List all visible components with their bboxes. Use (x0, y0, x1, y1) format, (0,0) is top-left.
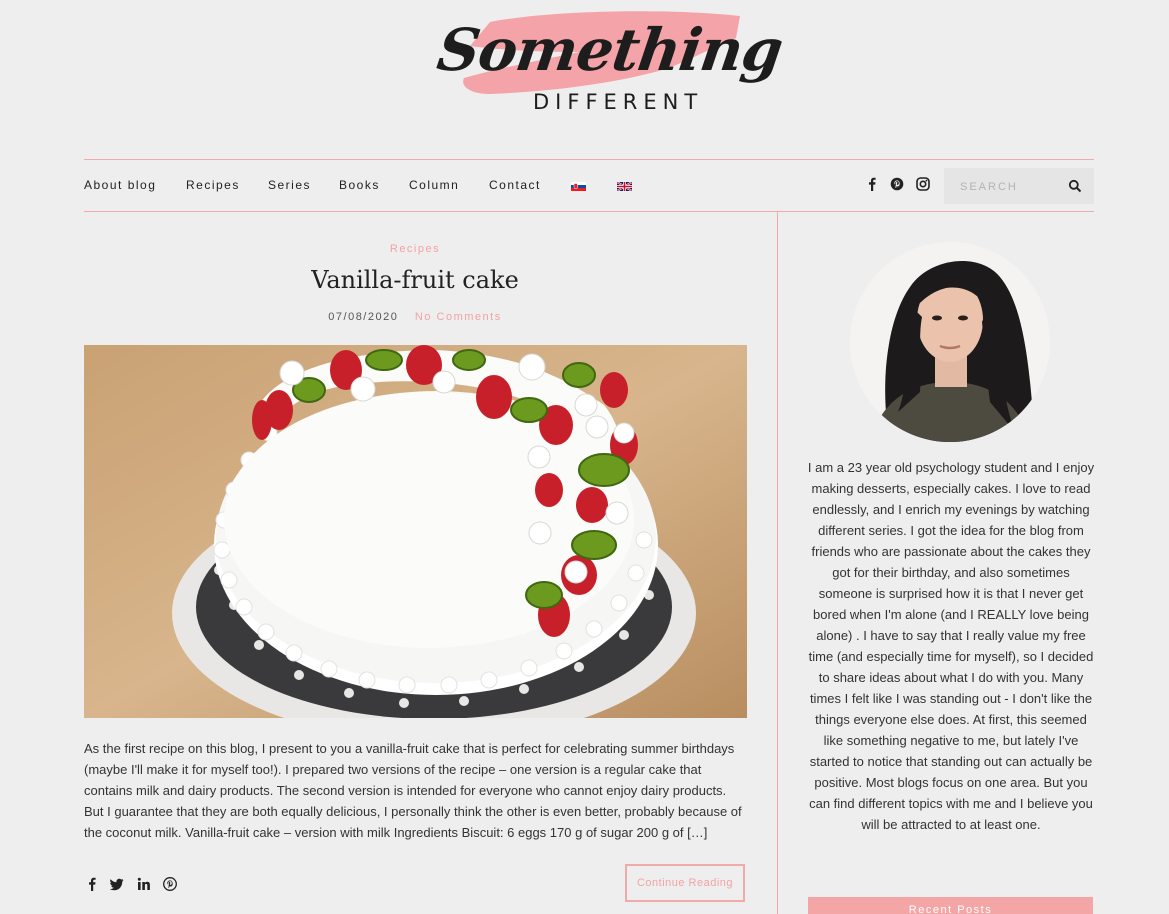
post-featured-image[interactable] (84, 345, 747, 718)
nav-item-books[interactable]: Books (339, 178, 380, 192)
post-comments-link[interactable]: No Comments (415, 311, 502, 323)
author-avatar (850, 242, 1050, 442)
post-meta: 07/08/2020 No Comments (84, 311, 746, 323)
logo-wordmark: Something (433, 16, 787, 84)
author-photo (850, 242, 1050, 442)
column-divider (777, 212, 778, 914)
facebook-icon[interactable] (865, 177, 879, 191)
search-box (944, 168, 1094, 204)
post-excerpt: As the first recipe on this blog, I pres… (84, 741, 742, 840)
share-linkedin-icon[interactable] (137, 877, 151, 891)
post-category-link[interactable]: Recipes (84, 243, 746, 255)
uk-flag-icon[interactable] (617, 182, 632, 191)
slovak-flag-icon[interactable] (571, 182, 586, 191)
author-bio: I am a 23 year old psychology student an… (807, 460, 1095, 832)
widget-title: Recent Posts (808, 897, 1093, 914)
nav-item-contact[interactable]: Contact (489, 178, 541, 192)
nav-item-about-blog[interactable]: About blog (84, 178, 156, 192)
site-logo[interactable]: Something DIFFERENT (430, 8, 786, 123)
post-date: 07/08/2020 (328, 311, 399, 323)
search-input[interactable] (958, 177, 1067, 197)
share-twitter-icon[interactable] (110, 877, 124, 891)
cake-photo (84, 345, 747, 718)
nav-item-series[interactable]: Series (268, 178, 311, 192)
instagram-icon[interactable] (916, 177, 930, 191)
logo-subtitle: DIFFERENT (533, 90, 704, 114)
pinterest-icon[interactable] (890, 177, 904, 191)
nav-item-recipes[interactable]: Recipes (186, 178, 240, 192)
share-pinterest-icon[interactable] (163, 877, 177, 891)
post-title[interactable]: Vanilla-fruit cake (84, 266, 746, 294)
nav-item-column[interactable]: Column (409, 178, 459, 192)
main-navigation: About blog Recipes Series Books Column C… (84, 160, 1094, 212)
search-icon[interactable] (1068, 179, 1082, 193)
continue-reading-button[interactable]: Continue Reading (625, 864, 745, 902)
share-facebook-icon[interactable] (85, 877, 99, 891)
nav-bottom-border (84, 211, 1094, 212)
